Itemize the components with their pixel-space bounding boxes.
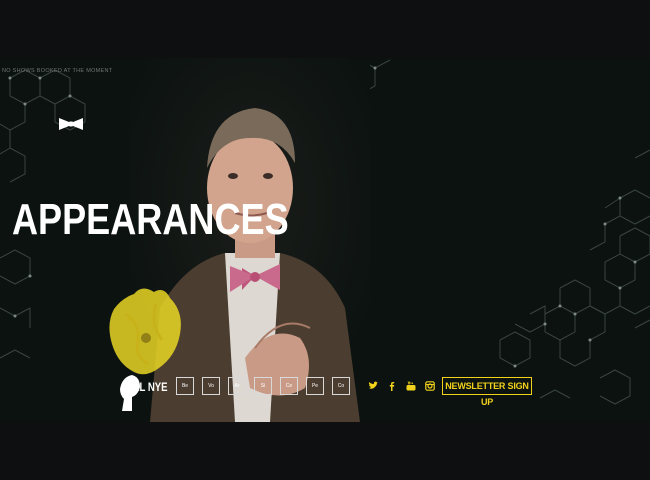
tour-notice: NO SHOWS BOOKED AT THE MOMENT bbox=[2, 68, 113, 74]
instagram-icon[interactable] bbox=[425, 378, 435, 391]
page: NO SHOWS BOOKED AT THE MOMENT APPEARANCE… bbox=[0, 0, 650, 480]
youtube-icon[interactable] bbox=[406, 378, 416, 391]
bowtie-icon[interactable] bbox=[59, 118, 83, 130]
element-tile[interactable]: Ce bbox=[280, 377, 298, 395]
element-tile[interactable]: Co bbox=[332, 377, 350, 395]
newsletter-signup-button[interactable]: NEWSLETTER SIGN UP bbox=[442, 377, 532, 407]
logo-text: BILL NYE bbox=[124, 380, 168, 394]
element-tile[interactable]: Vo bbox=[202, 377, 220, 395]
anatomical-heart-graphic bbox=[109, 288, 181, 375]
element-tile[interactable]: Ar bbox=[228, 377, 246, 395]
twitter-icon[interactable] bbox=[368, 378, 378, 389]
page-title: APPEARANCES bbox=[12, 195, 289, 244]
facebook-icon[interactable] bbox=[387, 378, 397, 391]
social-links bbox=[368, 378, 435, 391]
element-tiles: Be Vo Ar Si Ce Pe Co bbox=[176, 377, 350, 395]
element-tile[interactable]: Si bbox=[254, 377, 272, 395]
hero-band: NO SHOWS BOOKED AT THE MOMENT APPEARANCE… bbox=[0, 58, 650, 422]
element-tile[interactable]: Be bbox=[176, 377, 194, 395]
element-tile[interactable]: Pe bbox=[306, 377, 324, 395]
